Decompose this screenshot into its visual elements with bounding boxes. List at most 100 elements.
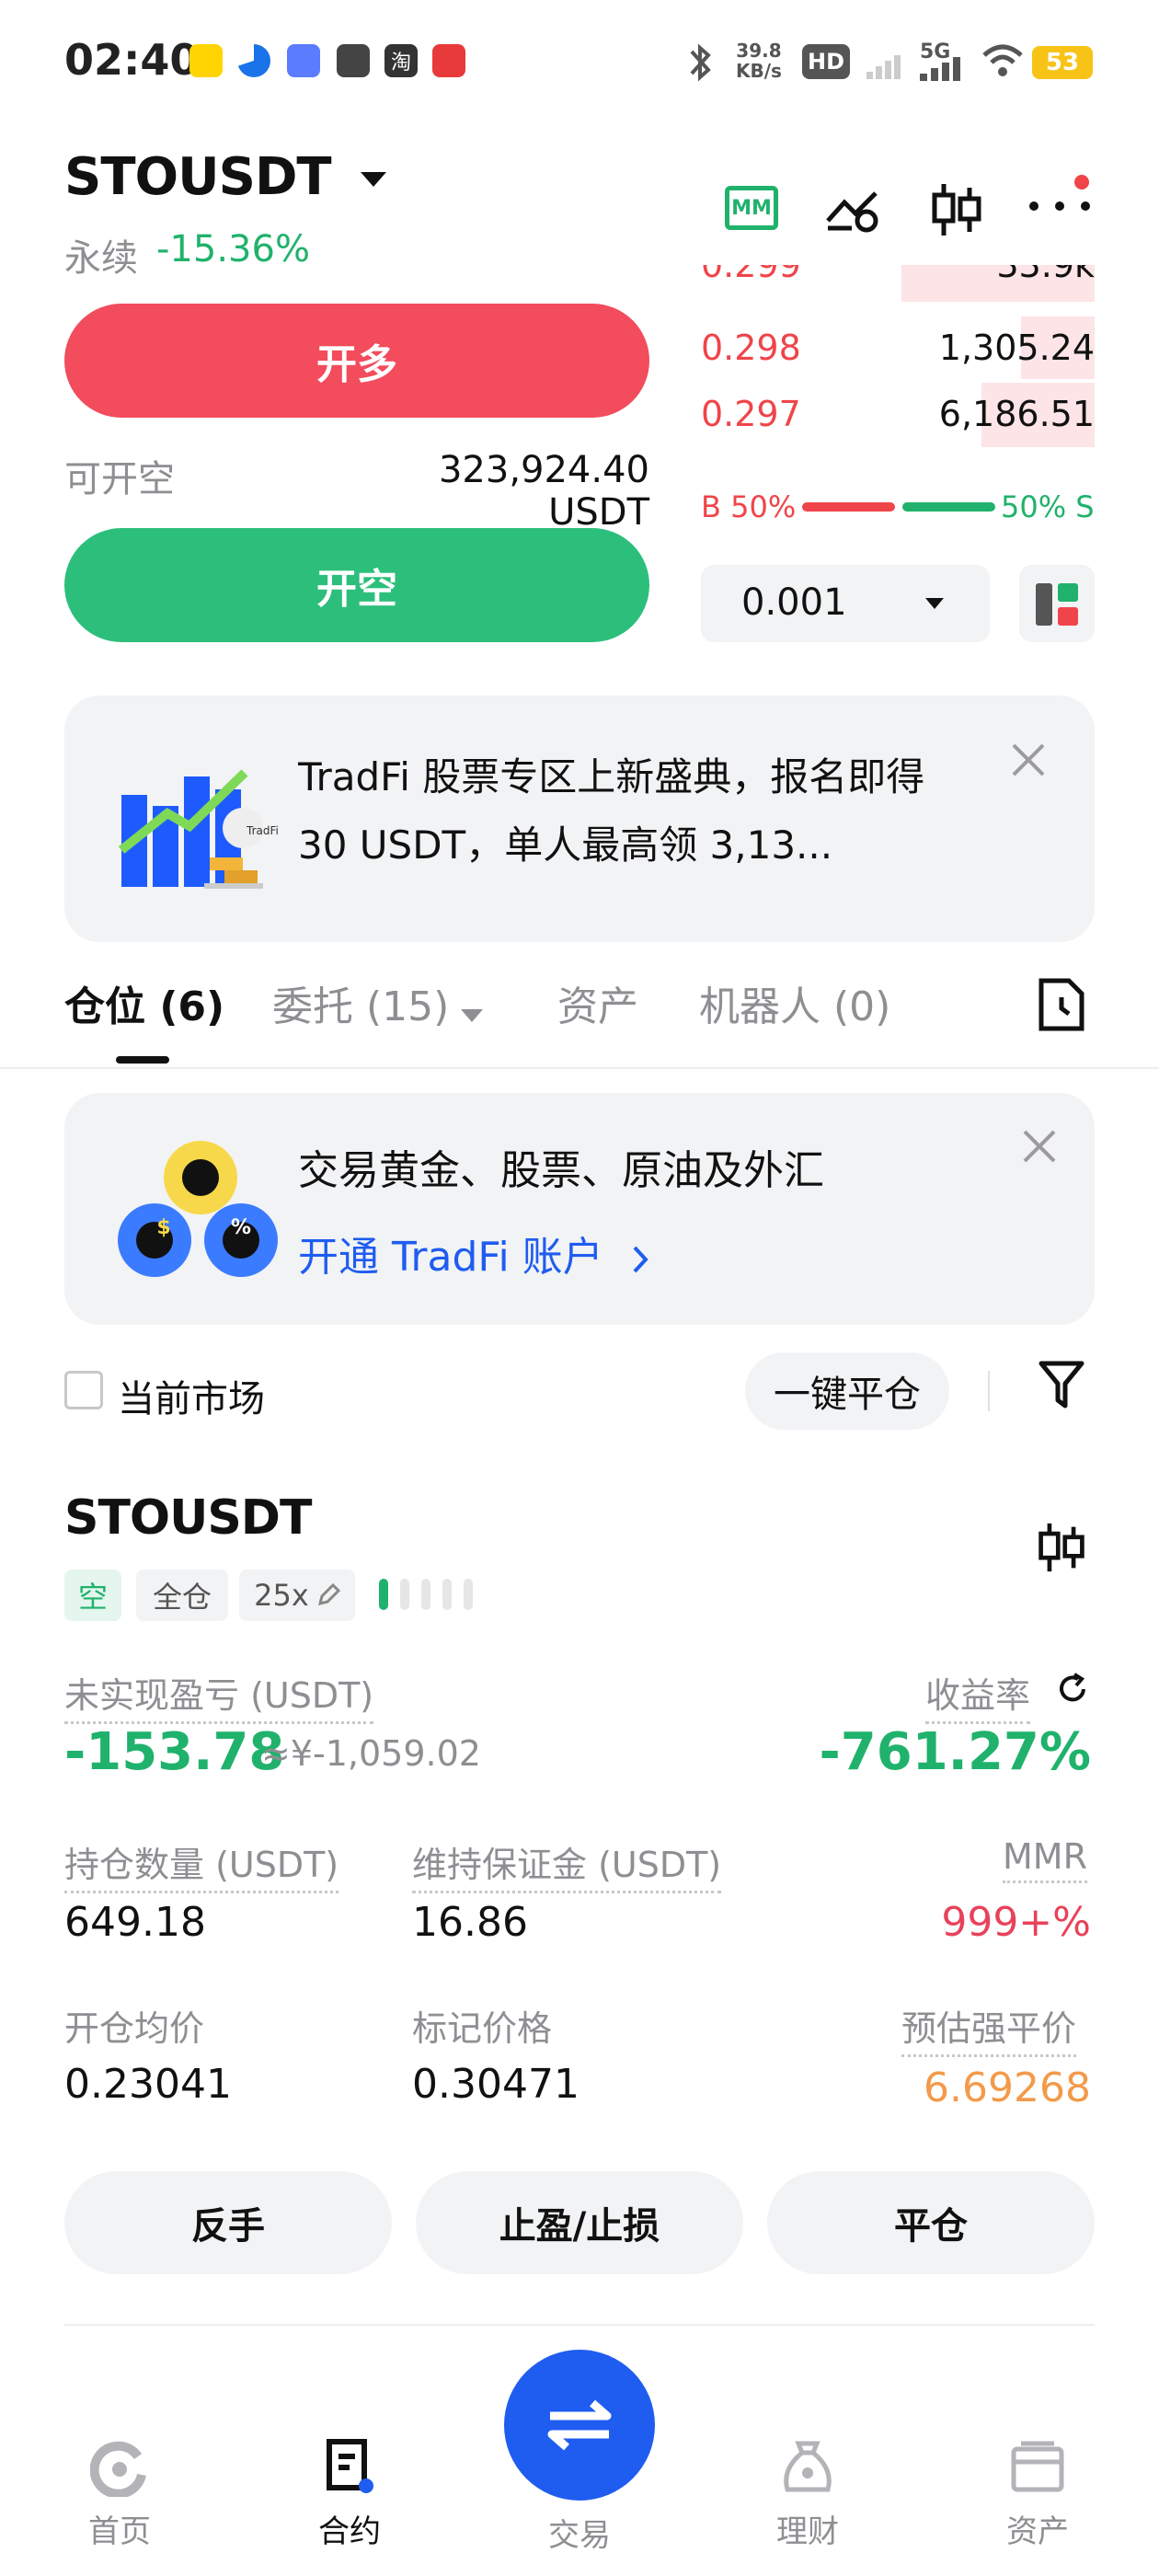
app-notification-icon (237, 44, 270, 77)
refresh-icon[interactable] (1056, 1673, 1089, 1706)
mm-icon[interactable]: MM (725, 186, 778, 230)
ratio-bar-buy (802, 502, 895, 512)
candlestick-chart-icon[interactable] (1036, 1520, 1087, 1575)
unrealized-pnl-label[interactable]: 未实现盈亏 (USDT) (64, 1667, 374, 1724)
close-icon[interactable] (1010, 742, 1047, 778)
open-short-button[interactable]: 开空 (64, 528, 649, 642)
app-notification-icon (337, 44, 370, 77)
futures-icon (327, 2439, 373, 2493)
tradfi-open-link[interactable]: 开通 TradFi 账户 (298, 1224, 649, 1282)
caret-down-icon (925, 598, 944, 609)
coins-illustration (118, 1141, 278, 1277)
mark-price-value: 0.30471 (412, 2061, 580, 2108)
margin-mode-tag: 全仓 (136, 1570, 228, 1621)
taobao-icon: 淘 (384, 44, 418, 77)
liq-price-value: 6.69268 (924, 2064, 1091, 2111)
earn-icon (784, 2441, 832, 2492)
percent-symbol: % (230, 1216, 252, 1239)
nav-trade-label[interactable]: 交易 (515, 2510, 644, 2555)
home-icon (90, 2441, 146, 2497)
precision-value: 0.001 (741, 581, 847, 624)
roe-label[interactable]: 收益率 (925, 1667, 1031, 1724)
tradfi-mini-label: TradFi (247, 824, 279, 837)
dollar-symbol: $ (156, 1216, 171, 1239)
pair-title: STOUSDT (64, 147, 332, 207)
status-time: 02:40 (64, 35, 200, 85)
signal-icon (866, 55, 901, 79)
tradfi-banner[interactable]: $ % 交易黄金、股票、原油及外汇 开通 TradFi 账户 (64, 1093, 1095, 1325)
open-long-button[interactable]: 开多 (64, 304, 649, 418)
app-notification-icon (189, 44, 223, 77)
status-bar: 02:40 淘 39.8 KB/s HD 5G 53 (0, 0, 1159, 129)
mmr-label[interactable]: MMR (1003, 1836, 1087, 1883)
liq-price-label[interactable]: 预估强平价 (901, 2000, 1077, 2057)
position-symbol[interactable]: STOUSDT (64, 1490, 312, 1546)
ratio-bar-sell (902, 502, 995, 512)
tab-assets[interactable]: 资产 (557, 973, 638, 1032)
pair-selector[interactable]: STOUSDT (64, 147, 387, 207)
battery-indicator: 53 (1032, 46, 1093, 79)
contract-type: 永续 (64, 237, 138, 280)
current-market-label: 当前市场 (118, 1378, 265, 1420)
filter-icon[interactable] (1038, 1360, 1085, 1411)
nav-futures[interactable]: 合约 (285, 2438, 414, 2551)
order-book-partial-row: 0.299 33.9k (699, 265, 1095, 302)
available-short-label: 可开空 (64, 458, 175, 500)
unrealized-pnl-cny: ≈¥-1,059.02 (261, 1733, 481, 1774)
tab-bots[interactable]: 机器人 (0) (699, 973, 890, 1032)
tradfi-chart-illustration (118, 769, 263, 889)
leverage-tag[interactable]: 25x (239, 1570, 355, 1621)
sell-ratio: 50% S (1001, 489, 1095, 524)
order-book-layout-button[interactable] (1019, 565, 1095, 642)
app-notification-icon (287, 44, 320, 77)
close-all-button[interactable]: 一键平仓 (745, 1352, 949, 1430)
position-size-value: 649.18 (64, 1899, 206, 1946)
promo-banner-text: TradFi 股票专区上新盛典，报名即得 30 USDT，单人最高领 3,13.… (298, 754, 925, 868)
bluetooth-icon (690, 43, 711, 82)
price-change: -15.36% (156, 228, 310, 270)
calculator-icon[interactable] (824, 184, 883, 236)
caret-down-icon (461, 1008, 484, 1022)
active-tab-indicator (116, 1056, 169, 1064)
tp-sl-button[interactable]: 止盈/止损 (416, 2171, 743, 2274)
hd-badge: HD (802, 44, 851, 79)
order-book-row[interactable]: 0.298 1,305.24 (699, 316, 1095, 379)
maint-margin-value: 16.86 (412, 1899, 528, 1946)
current-market-checkbox[interactable] (64, 1371, 103, 1409)
promo-banner[interactable]: TradFi TradFi 股票专区上新盛典，报名即得 30 USDT，单人最高… (64, 696, 1095, 942)
swap-icon (547, 2399, 612, 2451)
risk-level-bars (379, 1579, 474, 1614)
reverse-button[interactable]: 反手 (64, 2171, 392, 2274)
nav-assets[interactable]: 资产 (973, 2438, 1102, 2551)
app-notification-icon (432, 44, 465, 77)
caret-down-icon (361, 171, 387, 187)
history-icon[interactable] (1038, 977, 1085, 1032)
chevron-right-icon (633, 1246, 648, 1273)
tab-orders[interactable]: 委托 (15) (272, 973, 484, 1032)
more-icon[interactable] (1028, 171, 1098, 226)
network-speed: 39.8 KB/s (736, 40, 782, 82)
nav-home[interactable]: 首页 (55, 2438, 184, 2551)
layout-icon (1036, 583, 1078, 626)
signal-icon (920, 57, 960, 81)
side-tag: 空 (64, 1570, 121, 1621)
position-size-label[interactable]: 持仓数量 (USDT) (64, 1836, 339, 1893)
entry-price-value: 0.23041 (64, 2061, 232, 2108)
nav-earn[interactable]: 理财 (743, 2438, 872, 2551)
precision-select[interactable]: 0.001 (701, 565, 990, 642)
maint-margin-label[interactable]: 维持保证金 (USDT) (412, 1836, 722, 1893)
close-position-button[interactable]: 平仓 (767, 2171, 1095, 2274)
candlestick-chart-icon[interactable] (929, 180, 984, 239)
mmr-value: 999+% (941, 1899, 1091, 1946)
mark-price-label: 标记价格 (412, 2008, 553, 2049)
wallet-icon (1011, 2441, 1064, 2492)
tab-positions[interactable]: 仓位 (6) (64, 973, 224, 1032)
tradfi-banner-title: 交易黄金、股票、原油及外汇 (298, 1147, 824, 1194)
tabs-divider (0, 1067, 1159, 1069)
close-icon[interactable] (1021, 1128, 1058, 1165)
entry-price-label: 开仓均价 (64, 2008, 205, 2049)
available-short-value: 323,924.40 USDT (438, 449, 649, 534)
nav-trade-button[interactable] (504, 2350, 655, 2501)
order-book-row[interactable]: 0.297 6,186.51 (699, 383, 1095, 447)
card-divider (64, 2324, 1095, 2326)
